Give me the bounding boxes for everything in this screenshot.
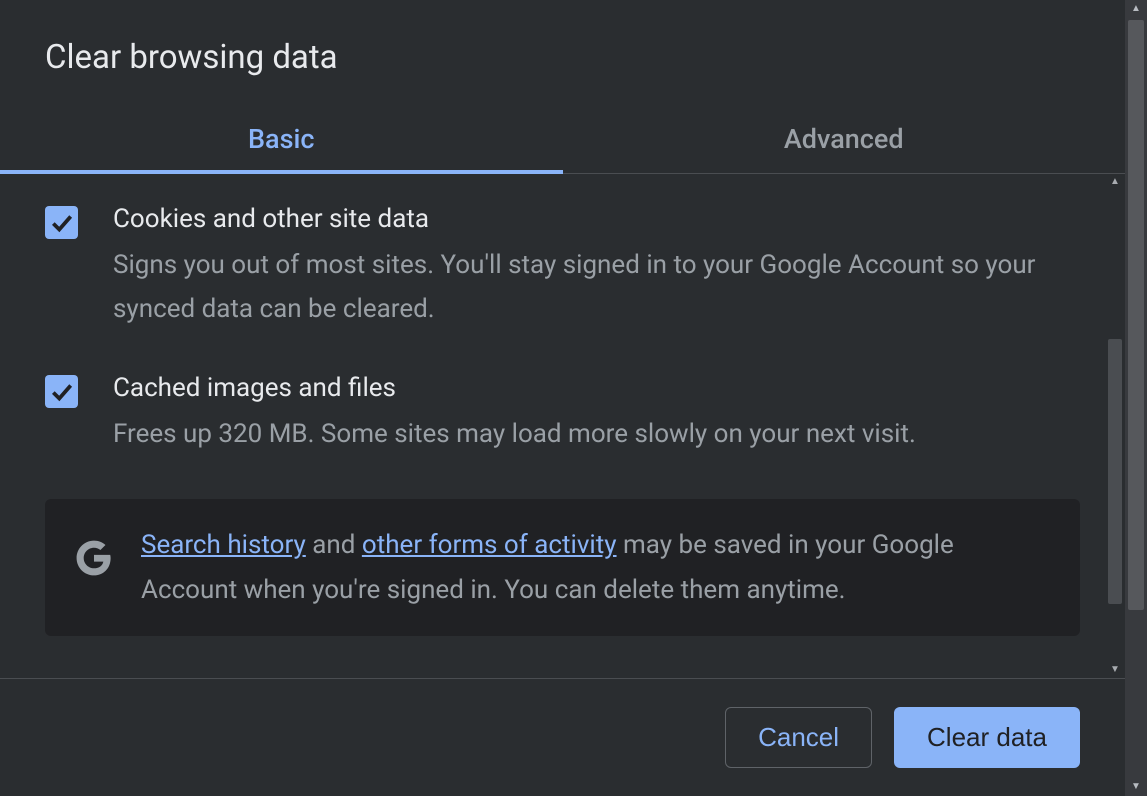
option-cookies-desc: Signs you out of most sites. You'll stay… [113,244,1080,331]
scrollbar-thumb[interactable] [1128,20,1144,610]
options-content: Cookies and other site data Signs you ou… [0,174,1125,678]
google-account-info-text: Search history and other forms of activi… [141,523,1050,612]
other-activity-link[interactable]: other forms of activity [362,530,617,560]
tabs-bar: Basic Advanced [0,109,1125,174]
checkbox-cookies[interactable] [45,206,78,239]
option-cookies-title: Cookies and other site data [113,204,1080,234]
info-text-mid1: and [306,530,362,560]
option-cookies-text: Cookies and other site data Signs you ou… [113,204,1080,331]
scroll-down-icon: ▼ [1125,778,1147,796]
option-cache-text: Cached images and files Frees up 320 MB.… [113,373,1080,457]
search-history-link[interactable]: Search history [141,530,306,560]
tab-basic-label: Basic [248,123,314,155]
dialog-title: Clear browsing data [0,0,1125,109]
window-scrollbar[interactable]: ▲ ▼ [1125,0,1147,796]
scroll-up-icon: ▲ [1125,0,1147,18]
dialog-footer: Cancel Clear data [0,678,1125,796]
option-cache-title: Cached images and files [113,373,1080,403]
tab-advanced-label: Advanced [784,123,904,155]
option-cache-desc: Frees up 320 MB. Some sites may load mor… [113,413,1080,457]
check-icon [49,210,75,236]
clear-data-button[interactable]: Clear data [894,707,1080,768]
option-cookies: Cookies and other site data Signs you ou… [45,204,1080,331]
google-account-info: Search history and other forms of activi… [45,499,1080,636]
cancel-button[interactable]: Cancel [725,707,872,768]
google-icon [75,539,113,577]
cancel-button-label: Cancel [758,722,839,752]
checkbox-cache[interactable] [45,375,78,408]
tab-advanced[interactable]: Advanced [563,109,1126,173]
check-icon [49,379,75,405]
tab-basic[interactable]: Basic [0,109,563,173]
clear-browsing-data-dialog: Clear browsing data Basic Advanced Cooki… [0,0,1125,796]
clear-data-button-label: Clear data [927,722,1047,752]
option-cache: Cached images and files Frees up 320 MB.… [45,373,1080,457]
